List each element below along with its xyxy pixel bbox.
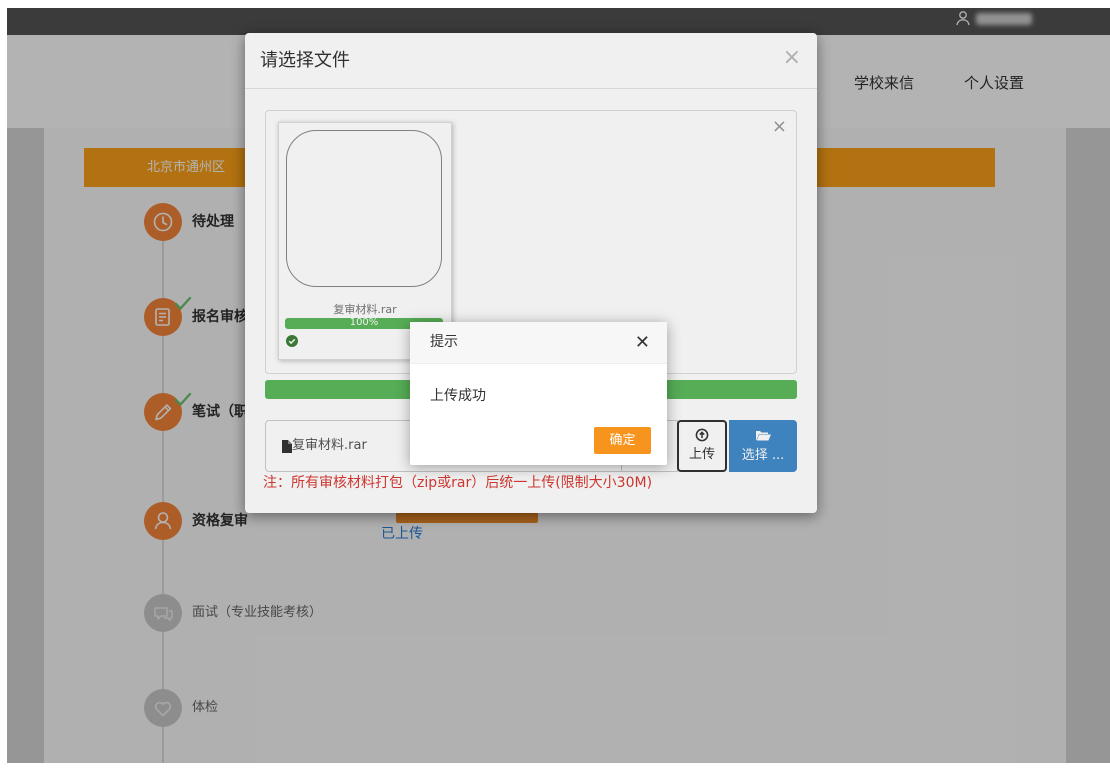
- alert-close-button[interactable]: ✕: [635, 322, 650, 363]
- alert-dialog: 提示 ✕ 上传成功 确定: [410, 322, 667, 465]
- confirm-button[interactable]: 确定: [594, 427, 651, 454]
- alert-message: 上传成功: [430, 388, 486, 404]
- alert-title: 提示: [430, 334, 458, 350]
